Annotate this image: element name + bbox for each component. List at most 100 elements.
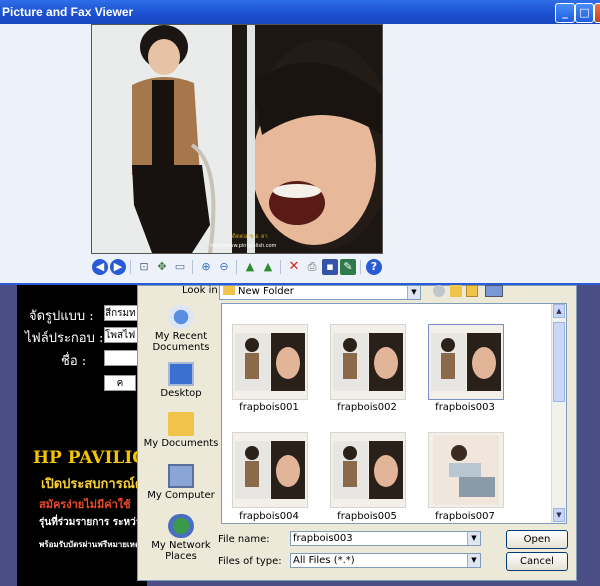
file-name-label[interactable]: frapbois001 <box>222 402 319 413</box>
photo-graphic: ติดต่อ ช อ ลา http://www.pinkpolish.com <box>92 25 382 253</box>
up-folder-button[interactable] <box>450 285 462 297</box>
cancel-button[interactable]: Cancel <box>506 552 568 571</box>
window-title: Picture and Fax Viewer <box>2 5 134 19</box>
new-folder-button[interactable] <box>466 285 478 297</box>
file-thumbnail[interactable] <box>330 324 406 400</box>
minimize-button[interactable]: _ <box>555 3 575 23</box>
file-type-select[interactable]: All Files (*.*) ▼ <box>290 553 481 568</box>
scroll-up-button[interactable]: ▲ <box>553 304 565 318</box>
delete-button[interactable]: ✕ <box>286 259 302 275</box>
back-button[interactable] <box>433 285 445 297</box>
toolbar-separator <box>236 260 237 274</box>
file-thumbnail-image <box>431 333 501 391</box>
chevron-down-icon: ▼ <box>556 511 562 519</box>
slideshow-icon: ▭ <box>174 260 186 273</box>
desktop-icon <box>168 362 194 386</box>
toolbar-separator <box>130 260 131 274</box>
title-bar[interactable]: Picture and Fax Viewer _ □ <box>0 0 600 24</box>
place-my-computer[interactable]: My Computer <box>142 464 220 501</box>
next-image-button[interactable]: ▶ <box>110 259 126 275</box>
maximize-button[interactable]: □ <box>575 3 594 23</box>
rotate-counterclockwise-icon: ▲ <box>263 260 273 273</box>
rotate-counterclockwise-button[interactable]: ▲ <box>260 259 276 275</box>
slideshow-button[interactable]: ▭ <box>172 259 188 275</box>
file-name-label[interactable]: frapbois002 <box>317 402 417 413</box>
promo-line-4: พร้อมรับบัตรผ่านฟรีหมายเหตุ <box>39 539 141 549</box>
chevron-down-icon[interactable]: ▼ <box>407 286 420 299</box>
file-thumbnail[interactable] <box>232 324 308 400</box>
file-thumbnail[interactable] <box>428 432 504 508</box>
zoom-out-button[interactable]: ⊖ <box>216 259 232 275</box>
promo-line-1: เปิดประสบการณ์ค <box>41 477 144 492</box>
file-thumbnail-image <box>333 333 403 391</box>
open-button[interactable]: Open <box>506 530 568 549</box>
file-thumbnail[interactable] <box>330 432 406 508</box>
print-button[interactable]: ⎙ <box>304 259 320 275</box>
zoom-in-icon: ⊕ <box>201 260 211 273</box>
previous-image-button[interactable]: ◀ <box>92 259 108 275</box>
chevron-down-icon[interactable]: ▼ <box>467 532 480 545</box>
zoom-out-icon: ⊖ <box>219 260 229 273</box>
save-icon: ▪ <box>326 260 334 273</box>
file-type-value: All Files (*.*) <box>293 555 355 566</box>
actual-size-icon: ✥ <box>157 260 167 273</box>
rotate-clockwise-icon: ▲ <box>245 260 255 273</box>
scroll-down-button[interactable]: ▼ <box>553 508 565 522</box>
scrollbar-thumb[interactable] <box>553 322 565 402</box>
look-in-dropdown[interactable]: New Folder ▼ <box>219 285 421 300</box>
picture-viewer-window: Picture and Fax Viewer _ □ ติดต่อ ช อ ลา… <box>0 0 600 285</box>
file-list: frapbois001 frapbois002 frapbois003 frap… <box>221 303 567 524</box>
delete-icon: ✕ <box>288 259 300 274</box>
attachment-label: ไฟล์ประกอบ : <box>25 331 104 346</box>
places-bar: My Recent Documents Desktop My Documents… <box>142 292 220 562</box>
help-button[interactable]: ? <box>366 259 382 275</box>
file-name-field-label: File name: <box>218 534 270 545</box>
toolbar-separator <box>280 260 281 274</box>
submit-button[interactable]: ค <box>104 375 136 391</box>
minimize-icon: _ <box>562 6 568 19</box>
toolbar-separator <box>360 260 361 274</box>
my-computer-icon <box>168 464 194 488</box>
place-desktop[interactable]: Desktop <box>142 362 220 399</box>
place-label: My Network Places <box>151 540 211 562</box>
place-my-documents[interactable]: My Documents <box>142 412 220 449</box>
file-thumbnail[interactable] <box>232 432 308 508</box>
rotate-clockwise-button[interactable]: ▲ <box>242 259 258 275</box>
photo-watermark: ติดต่อ ช อ ลา <box>232 233 268 240</box>
chevron-down-icon[interactable]: ▼ <box>467 554 480 567</box>
place-label: My Computer <box>147 490 215 501</box>
chevron-up-icon: ▲ <box>556 307 562 315</box>
file-thumbnail-selected[interactable] <box>428 324 504 400</box>
file-name-input[interactable]: frapbois003 ▼ <box>290 531 481 546</box>
file-name-label[interactable]: frapbois003 <box>415 402 515 413</box>
views-menu-button[interactable] <box>485 285 503 297</box>
file-name-value: frapbois003 <box>293 533 353 544</box>
photo-caption: http://www.pinkpolish.com <box>210 243 277 249</box>
actual-size-button[interactable]: ✥ <box>154 259 170 275</box>
open-for-editing-button[interactable]: ✎ <box>340 259 356 275</box>
file-list-scrollbar[interactable]: ▲ ▼ <box>551 304 566 523</box>
file-type-field-label: Files of type: <box>218 556 282 567</box>
best-fit-button[interactable]: ⊡ <box>136 259 152 275</box>
help-icon: ? <box>370 260 378 273</box>
displayed-photo: ติดต่อ ช อ ลา http://www.pinkpolish.com <box>91 24 383 254</box>
file-dialog: Look in: New Folder ▼ My Recent Document… <box>137 285 577 581</box>
place-network-places[interactable]: My Network Places <box>142 514 220 562</box>
promo-line-2: สมัครง่ายไม่มีค่าใช้ <box>39 498 131 511</box>
name-label: ชื่อ : <box>61 354 87 369</box>
file-name-label[interactable]: frapbois004 <box>222 511 319 522</box>
my-documents-icon <box>168 412 194 436</box>
file-thumbnail-image <box>333 441 403 499</box>
close-button[interactable] <box>594 3 600 23</box>
next-image-icon: ▶ <box>113 260 123 273</box>
save-button[interactable]: ▪ <box>322 259 338 275</box>
place-label: My Documents <box>143 438 219 449</box>
place-recent-documents[interactable]: My Recent Documents <box>142 305 220 353</box>
file-name-label[interactable]: frapbois005 <box>317 511 417 522</box>
print-icon: ⎙ <box>307 260 317 273</box>
open-for-editing-icon: ✎ <box>343 260 353 273</box>
format-label: จัดรูปแบบ : <box>29 309 94 324</box>
background-form-panel: จัดรูปแบบ : สีกรมท ไฟล์ประกอบ : โพสไฟ ชื… <box>17 285 163 586</box>
zoom-in-button[interactable]: ⊕ <box>198 259 214 275</box>
file-name-label[interactable]: frapbois007 <box>415 511 515 522</box>
